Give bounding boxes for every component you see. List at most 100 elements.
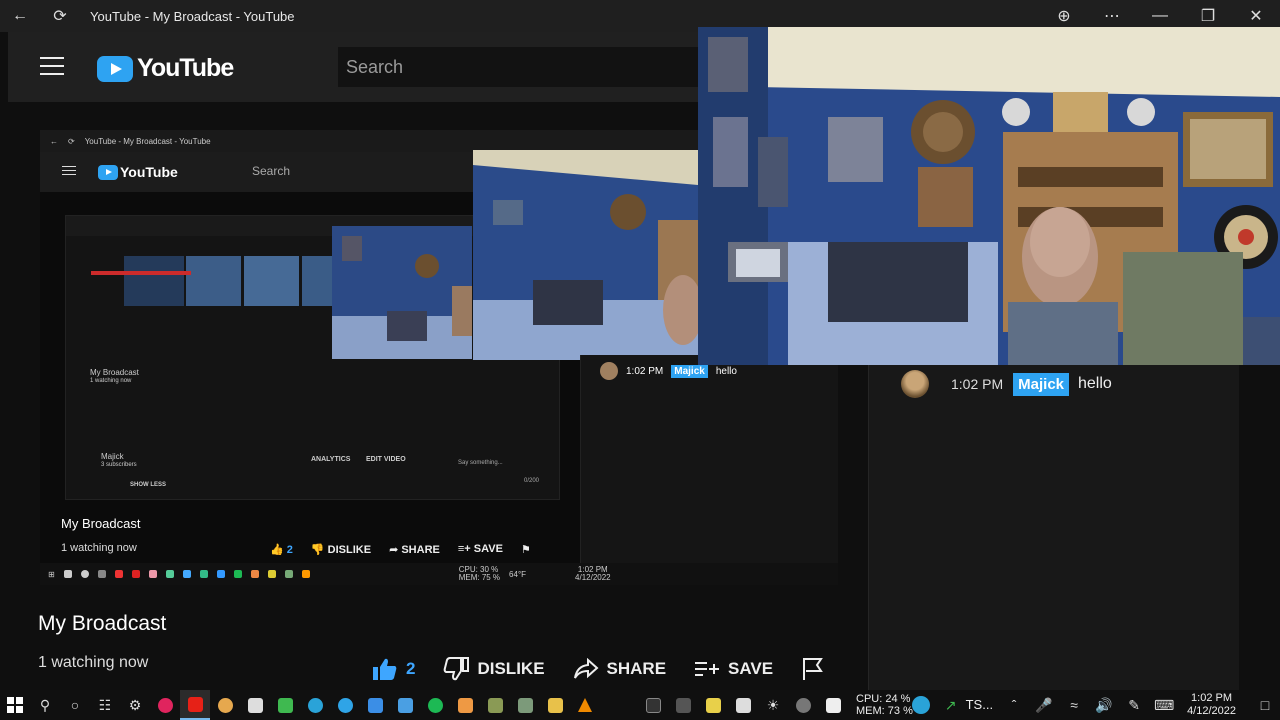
window-title: YouTube - My Broadcast - YouTube [90, 8, 295, 24]
webcam-overlay [698, 27, 1280, 365]
notification-icon[interactable]: □ [1250, 690, 1280, 720]
nested-subs: 3 subscribers [101, 462, 137, 468]
windows-start-icon[interactable] [0, 690, 30, 720]
search-icon[interactable]: ⚲ [30, 690, 60, 720]
thumbs-down-icon [444, 657, 470, 681]
nested-say-something: Say something... [458, 460, 503, 466]
dislike-label: DISLIKE [477, 659, 545, 678]
app-icon-8[interactable] [510, 690, 540, 720]
microphone-icon[interactable]: 🎤 [1029, 690, 1059, 720]
keyboard-icon[interactable]: ⌨ [1149, 690, 1179, 720]
back-arrow-icon[interactable]: ← [0, 0, 40, 32]
video-title: My Broadcast [38, 612, 167, 635]
task-view-icon[interactable]: ☷ [90, 690, 120, 720]
dislike-button[interactable]: DISLIKE [443, 657, 545, 681]
ts-label[interactable]: TS... [966, 698, 993, 711]
help-icon[interactable] [906, 690, 936, 720]
vlc-icon[interactable] [570, 690, 600, 720]
youtube-app-icon[interactable] [180, 690, 210, 720]
playlist-add-icon [695, 662, 720, 676]
share-label: SHARE [606, 659, 667, 678]
clock-time: 1:02 PM [1191, 692, 1233, 704]
inner-clock-date: 4/12/2022 [575, 573, 611, 582]
inner-taskbar: ⊞ CPU: 30 % MEM: 75 % 64°F 1:02 PM 4/12/… [40, 563, 838, 585]
inner-back-icon: ← [50, 136, 58, 146]
app-icon-6[interactable] [450, 690, 480, 720]
inner-menu-icon [62, 166, 76, 175]
app-icon-2[interactable] [240, 690, 270, 720]
pen-icon[interactable]: ✎ [1119, 690, 1149, 720]
inner-save: ≡+ SAVE [457, 543, 503, 555]
system-tray: ↗ TS... ˆ 🎤 ≈ 🔊 ✎ ⌨ 1:02 PM 4/12/2022 □ [906, 690, 1280, 720]
inner-chat-time: 1:02 PM [626, 365, 664, 377]
watching-count: 1 watching now [38, 654, 149, 671]
app-icon-12[interactable] [728, 690, 758, 720]
share-button[interactable]: SHARE [573, 658, 667, 680]
nested-title: My Broadcast [90, 368, 139, 377]
inner-youtube-logo: YouTube [98, 164, 178, 180]
thumbs-up-icon [373, 658, 397, 680]
flag-icon [803, 658, 823, 680]
chat-message: 1:02 PM Majick hello [901, 369, 1112, 399]
inner-like: 👍 2 [270, 544, 293, 556]
volume-icon[interactable]: 🔊 [1089, 690, 1119, 720]
cpu-usage: CPU: 24 % [856, 693, 911, 705]
app-icon-11[interactable] [698, 690, 728, 720]
app-icon-4[interactable] [300, 690, 330, 720]
search-input[interactable] [338, 47, 718, 87]
folder-icon[interactable] [540, 690, 570, 720]
system-monitor: CPU: 24 % MEM: 73 % [856, 693, 913, 717]
app-icon-1[interactable] [210, 690, 240, 720]
inner-chat-avatar [600, 362, 618, 380]
app-icon-14[interactable] [818, 690, 848, 720]
avatar[interactable] [901, 370, 929, 398]
settings-gear-icon[interactable]: ⚙ [120, 690, 150, 720]
app-icon-13[interactable] [788, 690, 818, 720]
youtube-play-icon [97, 55, 133, 82]
trend-icon[interactable]: ↗ [936, 690, 966, 720]
report-button[interactable] [801, 657, 825, 681]
sun-icon[interactable]: ☀ [758, 690, 788, 720]
spotify-icon[interactable] [420, 690, 450, 720]
inner-mem: MEM: 75 % [458, 573, 501, 582]
like-count: 2 [406, 659, 416, 678]
chevron-up-icon[interactable]: ˆ [999, 690, 1029, 720]
refresh-icon[interactable]: ⟳ [40, 0, 80, 32]
app-icon-9[interactable] [638, 690, 668, 720]
nested-char-count: 0/200 [524, 478, 540, 484]
webcam-image [698, 27, 1280, 365]
cortana-icon[interactable]: ○ [60, 690, 90, 720]
like-button[interactable]: 2 [372, 657, 415, 681]
nested-analytics: ANALYTICS [311, 456, 351, 463]
logo-text: YouTube [137, 54, 234, 82]
video-actions: 2 DISLIKE SHARE SAVE [372, 654, 853, 684]
chat-text: hello [1078, 375, 1112, 392]
edge-icon[interactable] [330, 690, 360, 720]
share-icon [573, 658, 599, 679]
save-button[interactable]: SAVE [694, 659, 773, 679]
mem-usage: MEM: 73 % [856, 705, 913, 717]
menu-icon[interactable] [40, 57, 64, 75]
app-red-circle-icon[interactable] [150, 690, 180, 720]
app-icon-5[interactable] [390, 690, 420, 720]
nested-watching: 1 watching now [90, 378, 132, 384]
inner-flag-icon: ⚑ [520, 544, 531, 556]
inner-weather: 64°F [509, 569, 527, 579]
mail-icon[interactable] [360, 690, 390, 720]
wifi-icon[interactable]: ≈ [1059, 690, 1089, 720]
app-icon-7[interactable] [480, 690, 510, 720]
youtube-logo[interactable]: YouTube [97, 54, 234, 83]
inner-watching: 1 watching now [61, 542, 137, 554]
inner-windows-icon: ⊞ [48, 569, 55, 579]
nested-show-less: SHOW LESS [130, 482, 167, 488]
nested-channel: Majick [101, 452, 124, 461]
inner-chat-author: Majick [671, 364, 708, 378]
app-icon-10[interactable] [668, 690, 698, 720]
inner-dislike: 👎 DISLIKE [310, 544, 372, 556]
taskbar-clock[interactable]: 1:02 PM 4/12/2022 [1187, 692, 1236, 718]
app-icon-3[interactable] [270, 690, 300, 720]
inner-actions: 👍 2 👎 DISLIKE ➦ SHARE ≡+ SAVE ⚑ [270, 543, 531, 556]
chat-author[interactable]: Majick [1013, 372, 1069, 396]
live-chat-panel: 1:02 PM Majick hello [868, 365, 1239, 690]
inner-chat-text: hello [715, 365, 737, 377]
